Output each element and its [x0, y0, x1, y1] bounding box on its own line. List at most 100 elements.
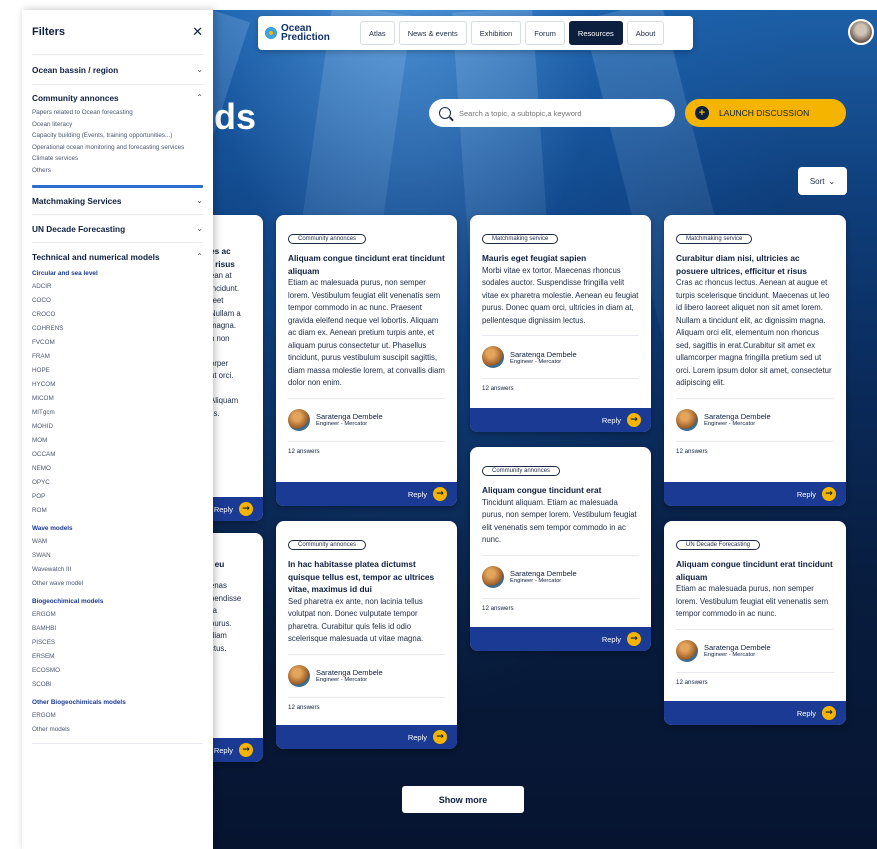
- filter-option[interactable]: NEMO: [32, 462, 203, 476]
- filter-option[interactable]: COCO: [32, 294, 203, 308]
- card-body: Tincidunt aliquam. Etiam ac malesuada pu…: [482, 497, 637, 545]
- close-icon[interactable]: ✕: [192, 24, 203, 40]
- avatar: [288, 664, 310, 687]
- filter-option[interactable]: HYCOM: [32, 378, 203, 392]
- sort-dropdown[interactable]: Sort ⌄: [798, 167, 847, 195]
- filter-option[interactable]: CROCO: [32, 308, 203, 322]
- launch-discussion-button[interactable]: + LAUNCH DISCUSSION: [685, 99, 846, 127]
- filter-option[interactable]: Operational ocean monitoring and forecas…: [32, 144, 203, 152]
- filter-option[interactable]: Wavewatch III: [32, 563, 203, 577]
- discussion-card[interactable]: Matchmaking service Mauris eget feugiat …: [470, 215, 651, 432]
- card-title[interactable]: Aliquam congue tincidunt erat: [482, 484, 639, 497]
- discussion-card[interactable]: Community annonces In hac habitasse plat…: [276, 521, 457, 749]
- reply-label: Reply: [796, 708, 816, 718]
- filter-option[interactable]: ADCIR: [32, 280, 203, 294]
- show-more-button[interactable]: Show more: [402, 786, 524, 813]
- author-role: Engineer - Mercator: [704, 652, 756, 658]
- search-input[interactable]: [459, 108, 665, 118]
- chevron-up-icon: ⌃: [196, 252, 203, 262]
- category-tag[interactable]: Matchmaking service: [676, 234, 753, 244]
- ocean-prediction-logo[interactable]: Ocean Prediction: [264, 20, 356, 46]
- filter-option[interactable]: MITgcm: [32, 406, 203, 420]
- reply-button[interactable]: Reply →: [664, 701, 846, 725]
- reply-button[interactable]: Reply →: [470, 627, 651, 651]
- discussion-card[interactable]: Community annonces Aliquam congue tincid…: [276, 215, 457, 506]
- filter-option[interactable]: Other wave model: [32, 577, 203, 591]
- filter-option[interactable]: ERGOM: [32, 608, 203, 622]
- answers-count: 12 answers: [676, 671, 834, 693]
- filter-option[interactable]: BAMHBI: [32, 622, 203, 636]
- filter-option[interactable]: ECOSMO: [32, 664, 203, 678]
- filter-option[interactable]: PISCES: [32, 636, 203, 650]
- filter-option[interactable]: Others: [32, 167, 203, 175]
- filter-section-technical[interactable]: Technical and numerical models ⌃: [32, 248, 203, 265]
- filter-option[interactable]: ERGOM: [32, 709, 203, 723]
- filter-option[interactable]: MOHID: [32, 420, 203, 434]
- filter-option[interactable]: COHRENS: [32, 322, 203, 336]
- technical-filter-list: Circular and sea level ADCIR COCO CROCO COHR…: [32, 268, 203, 737]
- card-title[interactable]: Curabitur diam nisi, ultricies ac posuer…: [676, 252, 834, 277]
- reply-label: Reply: [213, 745, 233, 755]
- author-info: Saratenga Dembele Engineer - Mercator: [482, 335, 639, 378]
- filter-option[interactable]: Papers related to Ocean forecasting: [32, 109, 203, 117]
- author-info: Saratenga Dembele Engineer - Mercator: [288, 653, 445, 697]
- answers-count: 12 answers: [482, 597, 639, 619]
- filter-option[interactable]: SWAN: [32, 549, 203, 563]
- filter-option[interactable]: MICOM: [32, 392, 203, 406]
- chevron-down-icon: ⌄: [196, 224, 203, 234]
- arrow-right-icon: →: [433, 730, 447, 744]
- filters-panel: Filters ✕ Ocean bassin / region ⌄ Commun…: [22, 10, 213, 849]
- discussion-card[interactable]: UN Decade Forecasting Aliquam congue tin…: [664, 521, 846, 725]
- filter-option[interactable]: FRAM: [32, 350, 203, 364]
- filter-option[interactable]: Ocean literacy: [32, 121, 203, 129]
- filter-section-undecade[interactable]: UN Decade Forecasting ⌄: [32, 220, 203, 237]
- filter-section-ocean-region[interactable]: Ocean bassin / region ⌄: [32, 61, 203, 78]
- category-tag[interactable]: UN Decade Forecasting: [676, 540, 761, 550]
- filter-option[interactable]: SCOBI: [32, 678, 203, 692]
- filter-option[interactable]: WAM: [32, 535, 203, 549]
- nav-about[interactable]: About: [626, 21, 665, 45]
- card-title[interactable]: In hac habitasse platea dictumst quisque…: [288, 558, 445, 596]
- filter-option[interactable]: HOPE: [32, 364, 203, 378]
- scroll-indicator: [32, 185, 203, 189]
- avatar: [676, 639, 698, 662]
- filter-option[interactable]: OPYC: [32, 476, 203, 490]
- filter-option[interactable]: ERSEM: [32, 650, 203, 664]
- card-title[interactable]: Aliquam congue tincidunt erat tincidunt …: [288, 252, 445, 277]
- nav-exhibition[interactable]: Exhibition: [470, 21, 522, 45]
- reply-button[interactable]: Reply →: [276, 482, 457, 506]
- search-bar[interactable]: [429, 99, 675, 127]
- author-role: Engineer - Mercator: [704, 421, 756, 427]
- filter-option[interactable]: POP: [32, 490, 203, 504]
- card-title[interactable]: Mauris eget feugiat sapien: [482, 252, 639, 265]
- filter-option[interactable]: Capacity building (Events, training oppo…: [32, 132, 203, 140]
- filter-section-matchmaking[interactable]: Matchmaking Services ⌄: [32, 192, 203, 209]
- card-body: ean at incidunt. reet Nullam a magna. n …: [210, 271, 241, 418]
- filter-option[interactable]: ROM: [32, 504, 203, 518]
- category-tag[interactable]: Matchmaking service: [482, 234, 559, 244]
- reply-button[interactable]: Reply →: [470, 408, 651, 432]
- reply-button[interactable]: Reply →: [664, 482, 846, 506]
- discussion-card[interactable]: Community annonces Aliquam congue tincid…: [470, 447, 651, 651]
- reply-button[interactable]: Reply →: [276, 725, 457, 749]
- filter-option[interactable]: Climate services: [32, 155, 203, 163]
- category-tag[interactable]: Community annonces: [288, 234, 367, 244]
- avatar: [676, 408, 698, 431]
- category-tag[interactable]: Community annonces: [482, 466, 561, 476]
- user-avatar[interactable]: [848, 19, 874, 45]
- category-tag[interactable]: Community annonces: [288, 540, 367, 550]
- filter-option[interactable]: Other models: [32, 723, 203, 737]
- discussion-card[interactable]: Matchmaking service Curabitur diam nisi,…: [664, 215, 846, 506]
- nav-forum[interactable]: Forum: [525, 21, 565, 45]
- filter-option[interactable]: OCCAM: [32, 448, 203, 462]
- filter-option[interactable]: FVCOM: [32, 336, 203, 350]
- filter-section-community[interactable]: Community annonces ⌃: [32, 89, 203, 106]
- reply-label: Reply: [601, 634, 621, 644]
- card-title[interactable]: Aliquam congue tincidunt erat tincidunt …: [676, 558, 834, 583]
- nav-resources[interactable]: Resources: [568, 21, 623, 45]
- author-name: Saratenga Dembele: [510, 349, 577, 359]
- plus-icon: +: [695, 106, 709, 120]
- nav-news-events[interactable]: News & events: [398, 21, 467, 45]
- filter-option[interactable]: MOM: [32, 434, 203, 448]
- nav-atlas[interactable]: Atlas: [360, 21, 395, 45]
